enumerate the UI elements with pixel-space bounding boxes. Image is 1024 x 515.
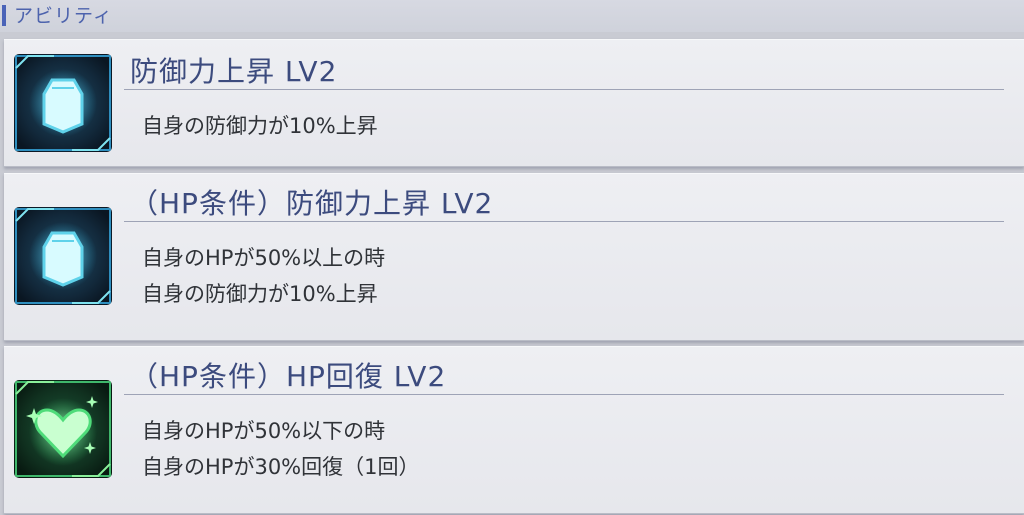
ability-card[interactable]: 防御力上昇 LV2 自身の防御力が10%上昇 [4, 39, 1024, 167]
ability-title: （HP条件）HP回復 LV2 [130, 360, 447, 393]
ability-title: 防御力上昇 LV2 [130, 55, 338, 88]
shield-icon [14, 207, 112, 305]
heart-heal-icon [14, 380, 112, 478]
section-marker [2, 5, 6, 26]
divider [124, 221, 1004, 222]
section-title: アビリティ [14, 5, 113, 27]
ability-description: 自身のHPが50%以上の時 自身の防御力が10%上昇 [142, 240, 385, 312]
ability-description: 自身の防御力が10%上昇 [142, 108, 378, 144]
divider [124, 394, 1004, 395]
divider [124, 89, 1004, 90]
ability-title: （HP条件）防御力上昇 LV2 [130, 187, 494, 220]
ability-card[interactable]: （HP条件）HP回復 LV2 自身のHPが50%以下の時 自身のHPが30%回復… [4, 346, 1024, 514]
section-header: アビリティ [0, 0, 1024, 32]
description-line: 自身のHPが30%回復（1回） [142, 455, 420, 479]
shield-icon [14, 54, 112, 152]
ability-card[interactable]: （HP条件）防御力上昇 LV2 自身のHPが50%以上の時 自身の防御力が10%… [4, 173, 1024, 341]
description-line: 自身の防御力が10%上昇 [142, 114, 378, 138]
ability-description: 自身のHPが50%以下の時 自身のHPが30%回復（1回） [142, 413, 420, 485]
description-line: 自身の防御力が10%上昇 [142, 282, 378, 306]
description-line: 自身のHPが50%以下の時 [142, 419, 386, 443]
description-line: 自身のHPが50%以上の時 [142, 246, 386, 270]
